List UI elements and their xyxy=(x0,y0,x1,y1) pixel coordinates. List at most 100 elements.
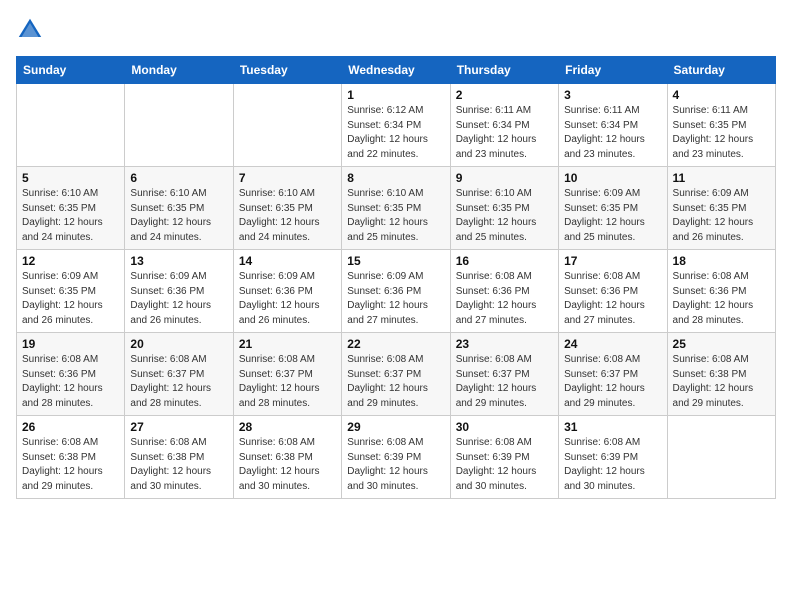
calendar-week-row: 1 Sunrise: 6:12 AMSunset: 6:34 PMDaylight… xyxy=(17,84,776,167)
day-info: Sunrise: 6:08 AMSunset: 6:38 PMDaylight:… xyxy=(239,436,336,494)
day-number: 23 xyxy=(456,337,553,351)
day-number: 3 xyxy=(564,88,661,102)
day-info: Sunrise: 6:08 AMSunset: 6:37 PMDaylight:… xyxy=(564,353,661,411)
calendar-week-row: 26 Sunrise: 6:08 AMSunset: 6:38 PMDayligh… xyxy=(17,416,776,499)
calendar-day-cell: 30 Sunrise: 6:08 AMSunset: 6:39 PMDayligh… xyxy=(450,416,558,499)
day-number: 15 xyxy=(347,254,444,268)
day-number: 30 xyxy=(456,420,553,434)
calendar-day-cell: 25 Sunrise: 6:08 AMSunset: 6:38 PMDayligh… xyxy=(667,333,775,416)
day-info: Sunrise: 6:10 AMSunset: 6:35 PMDaylight:… xyxy=(239,187,336,245)
calendar-day-cell: 2Sunrise: 6:11 AMSunset: 6:34 PMDaylight… xyxy=(450,84,558,167)
day-info: Sunrise: 6:09 AMSunset: 6:36 PMDaylight:… xyxy=(239,270,336,328)
day-info: Sunrise: 6:09 AMSunset: 6:35 PMDaylight:… xyxy=(673,187,770,245)
day-info: Sunrise: 6:10 AMSunset: 6:35 PMDaylight:… xyxy=(130,187,227,245)
calendar-day-cell: 12 Sunrise: 6:09 AMSunset: 6:35 PMDayligh… xyxy=(17,250,125,333)
day-info: Sunrise: 6:08 AMSunset: 6:36 PMDaylight:… xyxy=(673,270,770,328)
calendar-day-cell: 10 Sunrise: 6:09 AMSunset: 6:35 PMDayligh… xyxy=(559,167,667,250)
calendar-day-cell: 9Sunrise: 6:10 AMSunset: 6:35 PMDaylight… xyxy=(450,167,558,250)
calendar-day-cell: 16 Sunrise: 6:08 AMSunset: 6:36 PMDayligh… xyxy=(450,250,558,333)
calendar-day-cell: 17 Sunrise: 6:08 AMSunset: 6:36 PMDayligh… xyxy=(559,250,667,333)
day-number: 22 xyxy=(347,337,444,351)
day-info: Sunrise: 6:09 AMSunset: 6:35 PMDaylight:… xyxy=(22,270,119,328)
day-info: Sunrise: 6:12 AMSunset: 6:34 PMDaylight:… xyxy=(347,104,444,162)
weekday-header-cell: Thursday xyxy=(450,57,558,84)
day-info: Sunrise: 6:08 AMSunset: 6:37 PMDaylight:… xyxy=(130,353,227,411)
calendar-day-cell: 22 Sunrise: 6:08 AMSunset: 6:37 PMDayligh… xyxy=(342,333,450,416)
calendar-day-cell: 27 Sunrise: 6:08 AMSunset: 6:38 PMDayligh… xyxy=(125,416,233,499)
day-number: 27 xyxy=(130,420,227,434)
day-number: 29 xyxy=(347,420,444,434)
calendar-day-cell: 28 Sunrise: 6:08 AMSunset: 6:38 PMDayligh… xyxy=(233,416,341,499)
day-number: 28 xyxy=(239,420,336,434)
day-number: 21 xyxy=(239,337,336,351)
day-info: Sunrise: 6:10 AMSunset: 6:35 PMDaylight:… xyxy=(456,187,553,245)
day-number: 26 xyxy=(22,420,119,434)
day-info: Sunrise: 6:08 AMSunset: 6:38 PMDaylight:… xyxy=(130,436,227,494)
calendar-day-cell: 19Sunrise: 6:08 AMSunset: 6:36 PMDayligh… xyxy=(17,333,125,416)
day-number: 4 xyxy=(673,88,770,102)
day-info: Sunrise: 6:09 AMSunset: 6:36 PMDaylight:… xyxy=(347,270,444,328)
calendar-day-cell: 8Sunrise: 6:10 AMSunset: 6:35 PMDaylight… xyxy=(342,167,450,250)
day-number: 25 xyxy=(673,337,770,351)
day-number: 16 xyxy=(456,254,553,268)
day-info: Sunrise: 6:08 AMSunset: 6:37 PMDaylight:… xyxy=(347,353,444,411)
day-info: Sunrise: 6:08 AMSunset: 6:37 PMDaylight:… xyxy=(456,353,553,411)
day-info: Sunrise: 6:08 AMSunset: 6:36 PMDaylight:… xyxy=(564,270,661,328)
calendar-day-cell: 26 Sunrise: 6:08 AMSunset: 6:38 PMDayligh… xyxy=(17,416,125,499)
day-number: 14 xyxy=(239,254,336,268)
calendar-day-cell xyxy=(667,416,775,499)
calendar-day-cell: 15 Sunrise: 6:09 AMSunset: 6:36 PMDayligh… xyxy=(342,250,450,333)
day-info: Sunrise: 6:09 AMSunset: 6:36 PMDaylight:… xyxy=(130,270,227,328)
day-info: Sunrise: 6:11 AMSunset: 6:34 PMDaylight:… xyxy=(564,104,661,162)
calendar-day-cell xyxy=(233,84,341,167)
day-info: Sunrise: 6:08 AMSunset: 6:39 PMDaylight:… xyxy=(456,436,553,494)
day-number: 17 xyxy=(564,254,661,268)
day-info: Sunrise: 6:08 AMSunset: 6:39 PMDaylight:… xyxy=(347,436,444,494)
day-info: Sunrise: 6:09 AMSunset: 6:35 PMDaylight:… xyxy=(564,187,661,245)
calendar-day-cell: 31Sunrise: 6:08 AMSunset: 6:39 PMDayligh… xyxy=(559,416,667,499)
weekday-header-cell: Sunday xyxy=(17,57,125,84)
weekday-header-cell: Wednesday xyxy=(342,57,450,84)
calendar-day-cell xyxy=(125,84,233,167)
day-info: Sunrise: 6:08 AMSunset: 6:38 PMDaylight:… xyxy=(673,353,770,411)
calendar-day-cell: 5Sunrise: 6:10 AMSunset: 6:35 PMDaylight… xyxy=(17,167,125,250)
calendar-day-cell: 23 Sunrise: 6:08 AMSunset: 6:37 PMDayligh… xyxy=(450,333,558,416)
day-number: 19 xyxy=(22,337,119,351)
calendar-week-row: 19Sunrise: 6:08 AMSunset: 6:36 PMDayligh… xyxy=(17,333,776,416)
day-info: Sunrise: 6:08 AMSunset: 6:37 PMDaylight:… xyxy=(239,353,336,411)
logo-icon xyxy=(16,16,44,44)
calendar-week-row: 5Sunrise: 6:10 AMSunset: 6:35 PMDaylight… xyxy=(17,167,776,250)
day-number: 13 xyxy=(130,254,227,268)
calendar-day-cell: 11 Sunrise: 6:09 AMSunset: 6:35 PMDayligh… xyxy=(667,167,775,250)
calendar-day-cell: 3 Sunrise: 6:11 AMSunset: 6:34 PMDaylight… xyxy=(559,84,667,167)
day-info: Sunrise: 6:10 AMSunset: 6:35 PMDaylight:… xyxy=(347,187,444,245)
weekday-header-row: SundayMondayTuesdayWednesdayThursdayFrid… xyxy=(17,57,776,84)
day-number: 2 xyxy=(456,88,553,102)
calendar-day-cell: 4Sunrise: 6:11 AMSunset: 6:35 PMDaylight… xyxy=(667,84,775,167)
page-header xyxy=(16,16,776,44)
day-number: 20 xyxy=(130,337,227,351)
day-number: 11 xyxy=(673,171,770,185)
day-number: 24 xyxy=(564,337,661,351)
calendar-day-cell: 20 Sunrise: 6:08 AMSunset: 6:37 PMDayligh… xyxy=(125,333,233,416)
calendar-day-cell: 29 Sunrise: 6:08 AMSunset: 6:39 PMDayligh… xyxy=(342,416,450,499)
day-number: 10 xyxy=(564,171,661,185)
weekday-header-cell: Saturday xyxy=(667,57,775,84)
day-info: Sunrise: 6:08 AMSunset: 6:36 PMDaylight:… xyxy=(456,270,553,328)
calendar-week-row: 12 Sunrise: 6:09 AMSunset: 6:35 PMDayligh… xyxy=(17,250,776,333)
calendar-day-cell: 24 Sunrise: 6:08 AMSunset: 6:37 PMDayligh… xyxy=(559,333,667,416)
day-number: 6 xyxy=(130,171,227,185)
day-info: Sunrise: 6:08 AMSunset: 6:38 PMDaylight:… xyxy=(22,436,119,494)
day-number: 12 xyxy=(22,254,119,268)
calendar-day-cell: 21 Sunrise: 6:08 AMSunset: 6:37 PMDayligh… xyxy=(233,333,341,416)
logo xyxy=(16,16,48,44)
day-number: 1 xyxy=(347,88,444,102)
calendar-day-cell: 18 Sunrise: 6:08 AMSunset: 6:36 PMDayligh… xyxy=(667,250,775,333)
day-number: 18 xyxy=(673,254,770,268)
calendar-day-cell: 1 Sunrise: 6:12 AMSunset: 6:34 PMDaylight… xyxy=(342,84,450,167)
calendar-day-cell: 13 Sunrise: 6:09 AMSunset: 6:36 PMDayligh… xyxy=(125,250,233,333)
weekday-header-cell: Friday xyxy=(559,57,667,84)
calendar-day-cell: 6 Sunrise: 6:10 AMSunset: 6:35 PMDaylight… xyxy=(125,167,233,250)
weekday-header-cell: Tuesday xyxy=(233,57,341,84)
weekday-header-cell: Monday xyxy=(125,57,233,84)
